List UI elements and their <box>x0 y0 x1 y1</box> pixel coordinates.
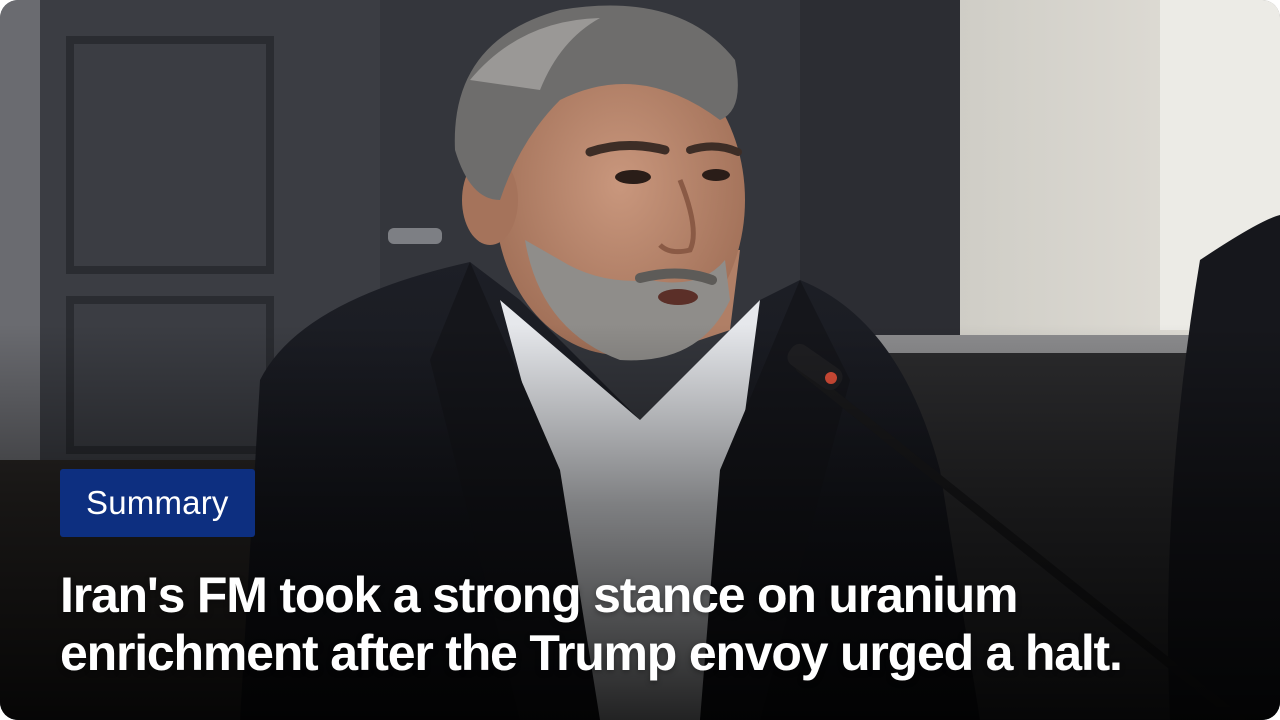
news-summary-card[interactable]: Summary Iran's FM took a strong stance o… <box>0 0 1280 720</box>
summary-badge: Summary <box>60 469 255 537</box>
headline[interactable]: Iran's FM took a strong stance on uraniu… <box>60 566 1240 682</box>
